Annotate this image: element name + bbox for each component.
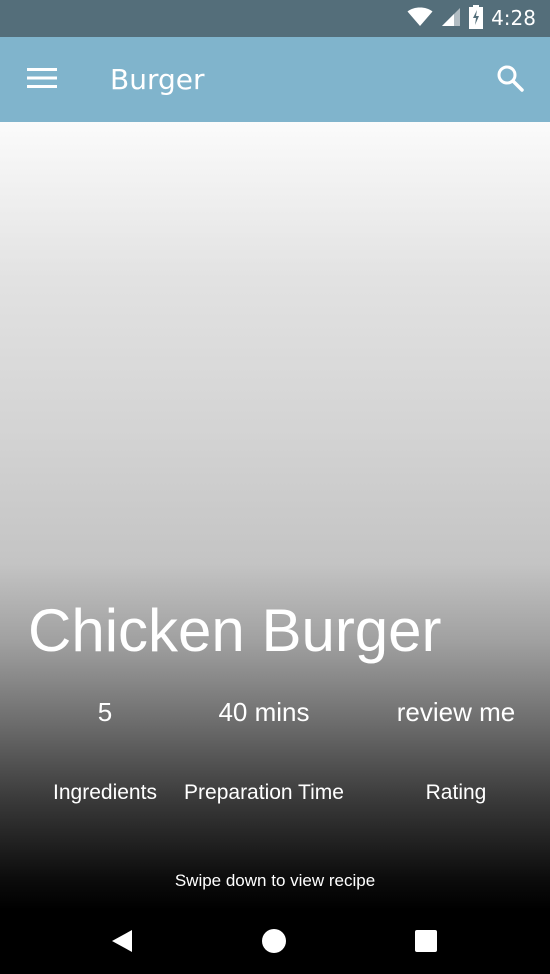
back-icon: [109, 928, 135, 958]
swipe-hint: Swipe down to view recipe: [174, 871, 376, 890]
home-button[interactable]: [249, 918, 299, 968]
menu-icon: [27, 67, 57, 93]
menu-button[interactable]: [20, 59, 64, 101]
recipe-hero[interactable]: Chicken Burger 5 40 mins review me Ingre…: [0, 122, 550, 910]
navigation-bar: [0, 910, 550, 974]
wifi-icon: [407, 7, 433, 31]
recipe-title: Chicken Burger: [28, 597, 442, 664]
home-icon: [261, 928, 287, 958]
page-title: Burger: [110, 63, 205, 96]
recents-icon: [414, 929, 438, 957]
search-button[interactable]: [488, 59, 532, 101]
status-icons: 4:28: [407, 4, 536, 33]
status-time: 4:28: [491, 6, 536, 30]
ingredients-count: 5: [97, 697, 113, 727]
preparation-time-value: 40 mins: [218, 697, 310, 727]
back-button[interactable]: [97, 918, 147, 968]
battery-charging-icon: [469, 4, 484, 33]
rating-review-link[interactable]: review me: [380, 695, 532, 729]
ingredients-label: Ingredients: [53, 781, 157, 804]
preparation-time-label: Preparation Time: [184, 781, 344, 804]
signal-icon: [441, 7, 461, 31]
search-icon: [496, 64, 524, 96]
status-bar: 4:28: [0, 0, 550, 37]
rating-label: Rating: [425, 781, 487, 804]
recents-button[interactable]: [401, 918, 451, 968]
app-bar: Burger: [0, 37, 550, 122]
